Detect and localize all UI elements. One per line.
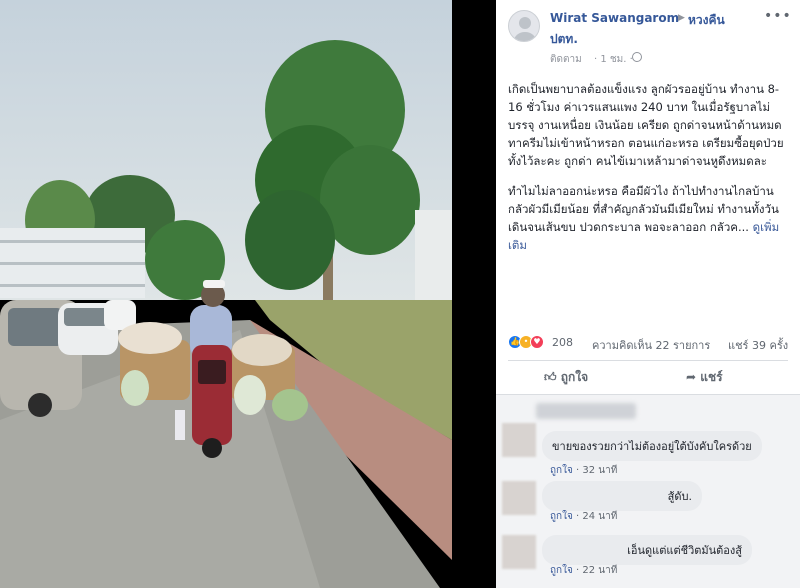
comment-text: ขายของรวยกว่าไม่ต้องอยู่ใต้บังคับใครด้วย xyxy=(552,440,752,453)
post-paragraph-1: เกิดเป็นพยาบาลต้องแข็งแรง ลูกผัวรออยู่บ้… xyxy=(508,82,784,168)
comment: สู้ดับ. ถูกใจ · 24 นาที xyxy=(502,481,794,531)
thumbs-up-icon: 👍︎ xyxy=(544,370,557,384)
triangle-right-icon: ▶ xyxy=(678,13,685,23)
comments-count[interactable]: ความคิดเห็น 22 รายการ xyxy=(592,336,710,354)
reaction-icons[interactable]: 👍 • ♥ xyxy=(508,335,544,349)
love-reaction-icon: ♥ xyxy=(530,335,544,349)
comment-text: สู้ดับ. xyxy=(667,490,692,503)
post-photo[interactable] xyxy=(0,0,452,588)
comment-text: เอ็นดูแต่แต่ชีวิตมันต้องสู้ xyxy=(627,544,742,557)
author-name[interactable]: Wirat Sawangarom xyxy=(550,11,679,25)
comment-meta: ถูกใจ · 24 นาที xyxy=(550,509,617,524)
comment-like-link[interactable]: ถูกใจ xyxy=(550,565,573,576)
shares-count[interactable]: แชร์ 39 ครั้ง xyxy=(728,336,788,354)
more-icon[interactable]: ••• xyxy=(764,8,792,24)
post-body: เกิดเป็นพยาบาลต้องแข็งแรง ลูกผัวรออยู่บ้… xyxy=(508,80,792,266)
post-paragraph-2: ทำไมไม่ลาออกน่ะหรอ คือมีผัวไง ถ้าไปทำงาน… xyxy=(508,182,792,254)
comment-time[interactable]: · 32 นาที xyxy=(576,465,617,476)
facebook-post: Wirat Sawangarom ▶ หวงคืน ปตท. ติดตาม · … xyxy=(496,0,800,588)
group-name[interactable]: หวงคืน xyxy=(688,11,725,30)
globe-icon xyxy=(632,52,642,62)
like-button[interactable]: 👍︎ ถูกใจ xyxy=(544,368,588,387)
follow-link[interactable]: ติดตาม xyxy=(550,52,582,67)
share-arrow-icon: ➦ xyxy=(686,370,697,384)
post-actions: 👍︎ ถูกใจ ➦ แชร์ xyxy=(508,362,788,392)
group-name-line2[interactable]: ปตท. xyxy=(550,30,578,49)
comment-meta: ถูกใจ · 22 นาที xyxy=(550,563,617,578)
comment-avatar[interactable] xyxy=(502,535,536,569)
share-label: แชร์ xyxy=(700,370,723,384)
default-avatar-icon xyxy=(514,17,536,41)
like-label: ถูกใจ xyxy=(560,370,589,384)
comment-bubble: สู้ดับ. xyxy=(542,481,702,511)
post-stats: 👍 • ♥ 208 ความคิดเห็น 22 รายการ แชร์ 39 … xyxy=(508,334,792,352)
comment-time[interactable]: · 22 นาที xyxy=(576,565,617,576)
comment: ขายของรวยกว่าไม่ต้องอยู่ใต้บังคับใครด้วย… xyxy=(502,401,794,481)
comment-bubble: เอ็นดูแต่แต่ชีวิตมันต้องสู้ xyxy=(542,535,752,565)
comment-author[interactable] xyxy=(536,403,636,419)
comment-meta: ถูกใจ · 32 นาที xyxy=(550,463,617,478)
divider-line xyxy=(508,360,788,361)
comment-time[interactable]: · 24 นาที xyxy=(576,511,617,522)
post-header: Wirat Sawangarom ▶ หวงคืน ปตท. ติดตาม · … xyxy=(496,0,800,72)
comment-avatar[interactable] xyxy=(502,481,536,515)
comment-bubble: ขายของรวยกว่าไม่ต้องอยู่ใต้บังคับใครด้วย xyxy=(542,431,762,461)
nurse-motorcycle-photo xyxy=(0,0,452,588)
comment: เอ็นดูแต่แต่ชีวิตมันต้องสู้ ถูกใจ · 22 น… xyxy=(502,535,794,585)
comment-like-link[interactable]: ถูกใจ xyxy=(550,511,573,522)
comment-avatar[interactable] xyxy=(502,423,536,457)
avatar[interactable] xyxy=(508,10,540,42)
comment-like-link[interactable]: ถูกใจ xyxy=(550,465,573,476)
post-time[interactable]: · 1 ชม. · xyxy=(594,52,633,67)
divider xyxy=(452,0,496,588)
post-paragraph-2-text: ทำไมไม่ลาออกน่ะหรอ คือมีผัวไง ถ้าไปทำงาน… xyxy=(508,184,779,234)
comments-section: ขายของรวยกว่าไม่ต้องอยู่ใต้บังคับใครด้วย… xyxy=(496,395,800,588)
reaction-count[interactable]: 208 xyxy=(552,336,573,349)
share-button[interactable]: ➦ แชร์ xyxy=(686,368,723,387)
